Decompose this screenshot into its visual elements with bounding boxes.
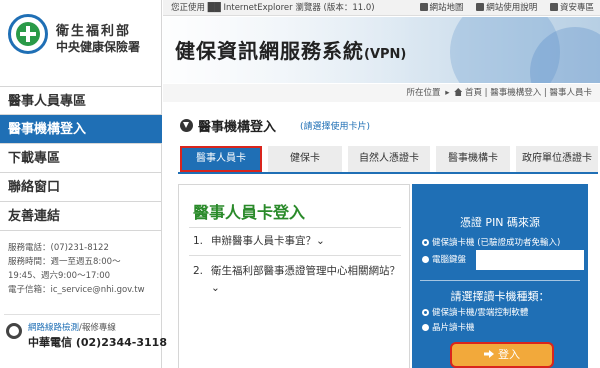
tab-citizen-certificate[interactable]: 自然人憑證卡 [348,146,430,172]
nav-item-download[interactable]: 下載專區 [0,144,162,173]
contact-hours1: 服務時間：週一至週五8:00～ [8,257,121,267]
nav-item-institution-login[interactable]: 醫事機構登入 [0,115,162,144]
usage-guide-link[interactable]: 網站使用說明 [476,3,537,13]
isp-info: 網路線路檢測/報修專線 中華電信 (02)2344-3118 [4,314,167,354]
pin-source-reader-option[interactable]: 健保讀卡機 (已驗證成功者免輸入) [422,236,560,248]
guide-icon [476,3,485,11]
faq-item-apply[interactable]: 1. 申辦醫事人員卡事宜？⌄ [193,233,403,250]
radio-selected-icon[interactable] [422,239,429,246]
breadcrumb: 所在位置 ▸ 首頁 | 醫事機構登入 | 醫事人員卡 [163,84,600,102]
tab-institution-card[interactable]: 醫事機構卡 [436,146,510,172]
pin-source-keyboard-option[interactable]: 電腦鍵盤 [422,253,466,265]
breadcrumb-prefix: 所在位置 [406,88,441,98]
nav-item-contact[interactable]: 聯絡窗口 [0,173,162,202]
contact-phone: 服務電話：(07)231-8122 [8,243,109,253]
nhi-logo[interactable]: 衛生福利部 中央健康保險署 [8,10,158,70]
header-banner: 健保資訊網服務系統(VPN) [163,17,600,83]
network-check-link[interactable]: 網路線路檢測 [28,323,79,333]
main-nav: 醫事人員專區 醫事機構登入 下載專區 聯絡窗口 友善連結 [0,86,162,231]
sitemap-link[interactable]: 網站地圖 [419,3,464,13]
system-title: 健保資訊網服務系統(VPN) [175,39,407,63]
cht-logo-icon [6,323,22,339]
browser-notice: 您正使用 ██ InternetExplorer 瀏覽器 (版本：11.0) [171,3,375,13]
isp-phone: 中華電信 (02)2344-3118 [28,336,167,349]
repair-line-label: /報修專線 [79,323,116,333]
left-sidebar: 衛生福利部 中央健康保險署 醫事人員專區 醫事機構登入 下載專區 聯絡窗口 友善… [0,0,167,368]
card-type-tabs: 醫事人員卡 健保卡 自然人憑證卡 醫事機構卡 政府單位憑證卡 [178,144,598,174]
top-bar: 您正使用 ██ InternetExplorer 瀏覽器 (版本：11.0) 網… [163,0,600,16]
tab-nhi-card[interactable]: 健保卡 [268,146,342,172]
radio-icon[interactable] [422,256,429,263]
arrow-down-icon [180,119,193,132]
pin-source-title: 憑證 PIN 碼來源 [459,216,541,229]
nav-item-medical-staff[interactable]: 醫事人員專區 [0,86,162,115]
contact-email: 電子信箱：ic_service@nhi.gov.tw [8,285,145,295]
pin-source-panel: 憑證 PIN 碼來源 健保讀卡機 (已驗證成功者免輸入) 電腦鍵盤 請選擇讀卡機… [412,184,588,368]
isp-line1: 網路線路檢測/報修專線 [28,321,116,333]
breadcrumb-path[interactable]: 首頁 | 醫事機構登入 | 醫事人員卡 [465,88,592,98]
reader-chip-option[interactable]: 晶片讀卡機 [422,321,475,333]
sign-in-icon [484,350,494,358]
pin-input[interactable] [476,250,584,270]
radio-selected-icon[interactable] [422,309,429,316]
card-login-title: 醫事人員卡登入 [193,203,306,222]
contact-info: 服務電話：(07)231-8122 服務時間：週一至週五8:00～ 19:45、… [8,241,160,297]
reader-cloud-option[interactable]: 健保讀卡機/雲端控制軟體 [422,306,528,318]
home-icon [454,88,463,96]
section-hint: (請選擇使用卡片) [300,122,371,132]
lock-icon [549,3,558,11]
card-login-panel: 醫事人員卡登入 1. 申辦醫事人員卡事宜？⌄ 2. 衛生福利部醫事憑證管理中心相關網… [178,184,410,368]
nav-item-links[interactable]: 友善連結 [0,202,162,231]
logo-line2: 中央健康保險署 [56,40,141,54]
tab-government-certificate[interactable]: 政府單位憑證卡 [516,146,598,172]
logo-line1: 衛生福利部 [56,24,132,39]
reader-type-title: 請選擇讀卡機種類： [450,290,550,303]
contact-hours2: 19:45、週六9:00～17:00 [8,271,111,281]
radio-icon[interactable] [422,324,429,331]
section-header: 醫事機構登入 (請選擇使用卡片) [178,116,598,135]
faq-item-related-sites[interactable]: 2. 衛生福利部醫事憑證管理中心相關網站？⌄ [193,263,403,297]
tab-medical-staff-card[interactable]: 醫事人員卡 [180,146,262,172]
login-button[interactable]: 登入 [450,342,554,368]
nhi-emblem-icon [8,14,48,54]
security-zone-link[interactable]: 資安專區 [549,3,594,13]
top-links: 網站地圖 網站使用說明 資安專區 [410,0,594,16]
section-title: 醫事機構登入 [198,120,277,135]
sitemap-icon [419,3,428,11]
